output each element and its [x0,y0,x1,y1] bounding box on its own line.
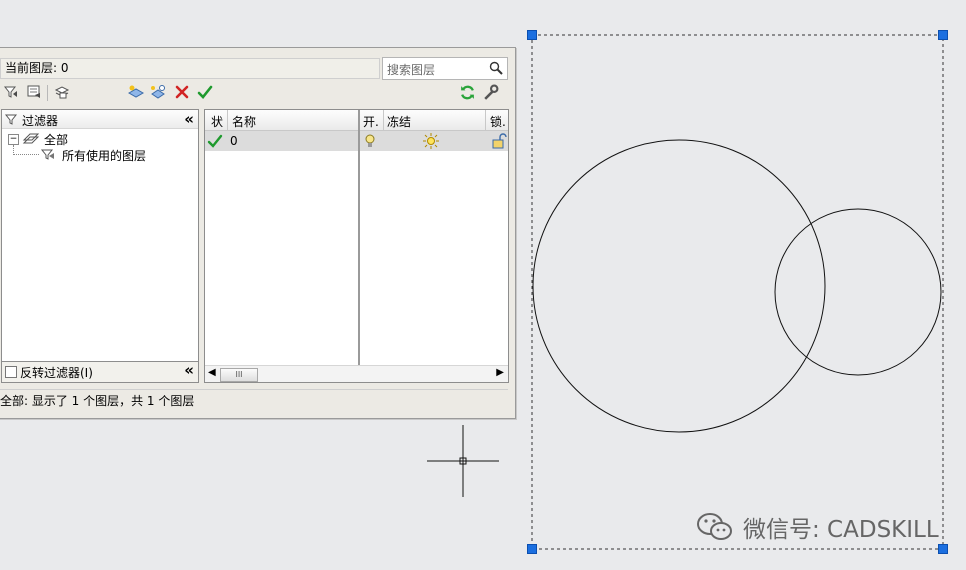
filter-tree-pane[interactable]: 过滤器 « − 全部 所有使用的图层 [1,109,199,383]
invert-filter-label: 反转过滤器(I) [20,366,93,380]
grip-bottom-right[interactable] [938,544,948,554]
layer-states-icon[interactable] [53,83,71,101]
layer-row[interactable]: 0 [205,131,508,151]
delete-layer-icon[interactable] [173,83,191,101]
search-layer-input[interactable]: 搜索图层 [382,57,508,80]
current-layer-label: 当前图层: 0 [0,58,380,79]
sun-icon[interactable] [423,133,439,149]
crosshair-cursor [427,425,499,497]
lock-icon[interactable] [491,133,507,149]
invert-filter-checkbox[interactable] [5,366,17,378]
settings-icon[interactable] [481,83,499,101]
grip-top-left[interactable] [527,30,537,40]
wechat-icon [697,513,732,540]
pane-splitter[interactable] [358,110,360,365]
tree-item-all[interactable]: 全部 [44,131,68,148]
status-text: 全部: 显示了 1 个图层，共 1 个图层 [0,394,195,408]
filter-tree-header: 过滤器 « [2,110,198,129]
column-on[interactable]: 开. [363,113,379,130]
refresh-icon[interactable] [458,83,476,101]
set-current-icon[interactable] [196,83,214,101]
filter-icon [4,114,18,125]
selection-box [531,34,944,550]
new-property-filter-icon[interactable] [2,83,20,101]
filter-tree-title: 过滤器 [22,114,59,128]
tree-expand-toggle[interactable]: − [8,134,19,145]
collapse-icon[interactable]: « [184,110,194,128]
column-name[interactable]: 名称 [232,113,256,130]
layer-name: 0 [230,134,238,148]
bulb-icon[interactable] [364,133,376,149]
grip-top-right[interactable] [938,30,948,40]
layer-list-header: 状 名称 开. 冻结 锁. [205,110,508,131]
layer-manager-palette: 当前图层: 0 搜索图层 过滤器 « − 全部 所有使用的图层 反转过滤器(I)… [0,47,516,419]
checkmark-icon [207,134,223,148]
scroll-right-icon[interactable]: ▶ [496,367,504,378]
toolbar-separator [47,85,48,101]
large-circle[interactable] [532,139,826,433]
scroll-thumb[interactable]: III [220,368,258,382]
tree-item-used-layers[interactable]: 所有使用的图层 [62,147,146,164]
collapse-icon[interactable]: « [184,361,194,379]
new-layer-vp-frozen-icon[interactable] [149,83,167,101]
small-circle[interactable] [774,208,942,376]
column-status[interactable]: 状 [211,113,223,130]
used-layers-filter-icon [40,149,54,160]
watermark: 微信号: CADSKILL [695,510,939,544]
search-placeholder: 搜索图层 [387,63,436,77]
layer-list-pane[interactable]: 状 名称 开. 冻结 锁. 0 ◀ III ▶ [204,109,509,383]
watermark-text: 微信号: CADSKILL [743,517,939,543]
new-layer-icon[interactable] [127,83,145,101]
status-bar: 全部: 显示了 1 个图层，共 1 个图层 [0,389,508,412]
new-group-filter-icon[interactable] [25,83,43,101]
column-lock[interactable]: 锁. [490,113,506,130]
horizontal-scrollbar[interactable]: ◀ III ▶ [205,365,508,382]
search-icon[interactable] [489,61,503,75]
all-layers-icon [22,133,40,144]
column-freeze[interactable]: 冻结 [387,113,411,130]
scroll-left-icon[interactable]: ◀ [208,367,216,378]
grip-bottom-left[interactable] [527,544,537,554]
invert-filter-bar: 反转过滤器(I) « [1,361,199,383]
